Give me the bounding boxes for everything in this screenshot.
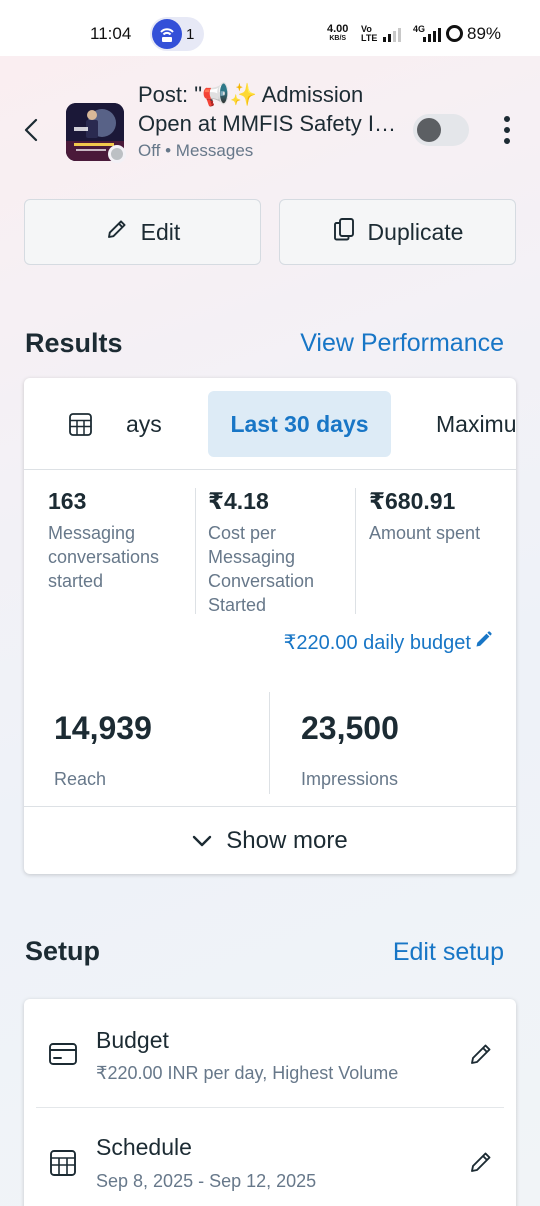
ad-objective: Messages — [175, 141, 254, 160]
metric-label: Impressions — [301, 769, 399, 789]
metric-value: 163 — [48, 488, 87, 514]
network-speed: 4.00 KB/S — [327, 24, 348, 43]
calendar-icon[interactable] — [68, 412, 93, 437]
post-title-line2: Open at MMFIS Safety Institute — [138, 111, 408, 136]
post-title: Post: "📢✨ Admission Open at MMFIS Safety… — [138, 80, 408, 138]
setup-row-title: Budget — [96, 1027, 169, 1053]
edit-button[interactable]: Edit — [24, 199, 261, 265]
battery-level: 89% — [467, 24, 502, 43]
status-time: 11:04 — [90, 24, 132, 43]
notification-count: 1 — [186, 26, 195, 43]
ad-on-off-toggle[interactable] — [413, 114, 469, 146]
edit-button-label: Edit — [140, 218, 181, 245]
tab-last-30-days[interactable]: Last 30 days — [208, 391, 391, 457]
hotspot-notification-pill[interactable]: 1 — [150, 17, 204, 51]
separator: • — [165, 141, 172, 160]
battery-icon — [446, 25, 463, 42]
metric-label: Amount spent — [369, 523, 481, 543]
pencil-icon[interactable] — [468, 1149, 494, 1175]
back-arrow-icon[interactable] — [20, 114, 44, 146]
setup-row-schedule[interactable]: Schedule Sep 8, 2025 - Sep 12, 2025 — [24, 1108, 516, 1206]
daily-budget-link[interactable]: ₹220.00 daily budget — [284, 630, 492, 655]
results-card: ays Last 30 days Maximum 163 Messaging c… — [24, 378, 516, 874]
pencil-icon — [105, 217, 129, 247]
show-more-label: Show more — [226, 826, 348, 854]
metric-cost-per-conversation: ₹4.18 Cost per Messaging Conversation St… — [208, 488, 343, 617]
duplicate-button[interactable]: Duplicate — [279, 199, 516, 265]
view-performance-link[interactable]: View Performance — [300, 329, 504, 358]
tab-maximum[interactable]: Maximum — [436, 391, 516, 457]
daily-budget-label: ₹220.00 daily budget — [283, 632, 471, 654]
metric-divider — [355, 488, 356, 614]
network-speed-unit: KB/S — [329, 35, 347, 42]
chevron-down-icon — [192, 827, 212, 855]
metric-value: 14,939 — [54, 710, 152, 746]
metric-value: 23,500 — [301, 710, 399, 746]
metric-reach: 14,939 Reach — [54, 710, 254, 790]
metric-label: Messaging conversations started — [48, 523, 160, 591]
hotspot-icon — [152, 19, 182, 49]
volte-line2: LTE — [361, 33, 378, 43]
setup-row-subtitle: Sep 8, 2025 - Sep 12, 2025 — [96, 1171, 317, 1191]
duplicate-icon — [332, 216, 356, 248]
pencil-icon[interactable] — [468, 1041, 494, 1067]
metric-value: ₹680.91 — [369, 488, 456, 514]
setup-card: Budget ₹220.00 INR per day, Highest Volu… — [24, 999, 516, 1206]
duplicate-button-label: Duplicate — [367, 218, 464, 245]
status-dot — [108, 145, 126, 163]
pencil-filled-icon — [475, 631, 492, 654]
post-title-line1: Post: "📢✨ Admission — [138, 82, 364, 107]
metric-label: Cost per Messaging Conversation Started — [208, 523, 315, 615]
metric-value: ₹4.18 — [208, 488, 269, 514]
more-options-icon[interactable] — [498, 116, 516, 144]
network-speed-value: 4.00 — [327, 23, 349, 35]
metric-impressions: 23,500 Impressions — [301, 710, 501, 790]
results-heading: Results — [25, 328, 123, 358]
tab-days-range[interactable]: ays — [126, 391, 162, 457]
show-more-button[interactable]: Show more — [24, 806, 516, 874]
metric-amount-spent: ₹680.91 Amount spent — [369, 488, 509, 545]
ad-status: Off — [138, 141, 161, 160]
metric-divider — [195, 488, 196, 614]
date-range-tabs: ays Last 30 days Maximum — [24, 378, 516, 470]
setup-row-title: Schedule — [96, 1134, 192, 1160]
post-subtitle: Off • Messages — [138, 141, 253, 161]
setup-row-subtitle: ₹220.00 INR per day, Highest Volume — [96, 1063, 399, 1083]
volte-indicator: Vo LTE — [361, 25, 377, 43]
status-bar: 11:04 1 4.00 KB/S Vo LTE 4G 89% — [0, 0, 540, 56]
signal-strength-2-icon — [423, 28, 443, 42]
metric-divider — [269, 692, 270, 794]
metric-conversations: 163 Messaging conversations started — [48, 488, 198, 593]
setup-row-budget[interactable]: Budget ₹220.00 INR per day, Highest Volu… — [24, 999, 516, 1108]
toggle-knob — [417, 118, 441, 142]
metric-label: Reach — [54, 769, 107, 789]
setup-heading: Setup — [25, 936, 101, 966]
edit-setup-link[interactable]: Edit setup — [393, 938, 504, 967]
signal-strength-1-icon — [383, 28, 403, 42]
credit-card-icon — [48, 1039, 78, 1069]
calendar-icon — [48, 1148, 78, 1178]
